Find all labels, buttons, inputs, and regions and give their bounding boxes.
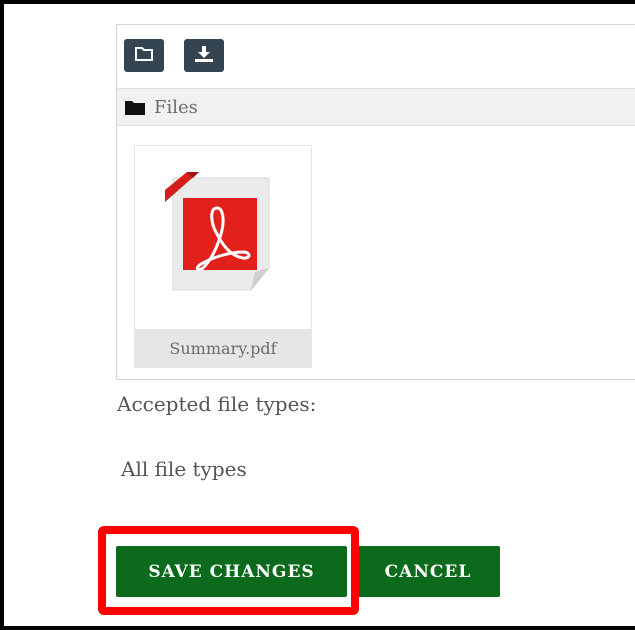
breadcrumb: Files bbox=[117, 88, 635, 126]
save-changes-button[interactable]: SAVE CHANGES bbox=[116, 546, 347, 597]
file-manager: Files Summary.pdf bbox=[116, 24, 635, 380]
pdf-icon bbox=[165, 172, 277, 298]
cancel-button[interactable]: CANCEL bbox=[356, 546, 500, 597]
create-folder-button[interactable] bbox=[124, 39, 164, 72]
file-name: Summary.pdf bbox=[135, 329, 311, 367]
breadcrumb-files[interactable]: Files bbox=[154, 97, 198, 118]
file-manager-toolbar bbox=[117, 25, 635, 81]
folder-icon bbox=[125, 100, 145, 115]
download-button[interactable] bbox=[184, 39, 224, 72]
folder-outline-icon bbox=[134, 46, 154, 66]
download-icon bbox=[194, 45, 214, 67]
accepted-file-types-label: Accepted file types: bbox=[117, 392, 317, 416]
file-item-summary-pdf[interactable]: Summary.pdf bbox=[134, 145, 312, 368]
accepted-file-types-value: All file types bbox=[121, 457, 247, 481]
